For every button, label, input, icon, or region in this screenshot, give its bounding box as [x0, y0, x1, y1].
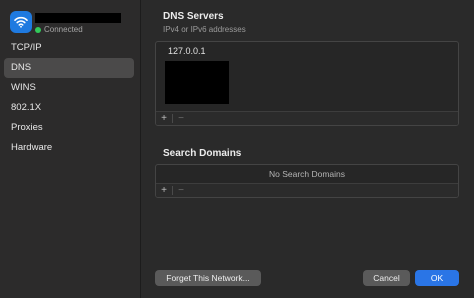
dns-entry[interactable]: 127.0.0.1 [168, 46, 206, 56]
search-domains-empty-text: No Search Domains [268, 169, 346, 179]
main-panel: DNS Servers IPv4 or IPv6 addresses 127.0… [142, 0, 474, 298]
sidebar-item-dns[interactable]: DNS [4, 58, 134, 78]
search-domain-add-button[interactable]: + [156, 184, 172, 198]
dns-remove-button[interactable]: − [173, 112, 189, 126]
dns-servers-list[interactable]: 127.0.0.1 + − [155, 41, 459, 126]
sidebar-item-proxies[interactable]: Proxies [4, 118, 134, 138]
search-domains-list[interactable]: No Search Domains + − [155, 164, 459, 198]
wifi-icon [10, 11, 32, 33]
network-header: Connected [8, 8, 136, 36]
ok-button[interactable]: OK [415, 270, 459, 286]
sidebar: Connected TCP/IP DNS WINS 802.1X Proxies… [0, 0, 141, 298]
dns-servers-subtitle: IPv4 or IPv6 addresses [163, 25, 246, 34]
network-name-redacted [35, 13, 121, 23]
sidebar-item-8021x[interactable]: 802.1X [4, 98, 134, 118]
dns-add-button[interactable]: + [156, 112, 172, 126]
sidebar-item-hardware[interactable]: Hardware [4, 138, 134, 158]
sidebar-item-wins[interactable]: WINS [4, 78, 134, 98]
sidebar-item-tcpip[interactable]: TCP/IP [4, 38, 134, 58]
search-domains-title: Search Domains [163, 148, 242, 159]
connection-status: Connected [35, 25, 83, 34]
dns-entry-redacted [165, 61, 229, 104]
status-text: Connected [44, 25, 83, 34]
cancel-button[interactable]: Cancel [363, 270, 410, 286]
sidebar-nav: TCP/IP DNS WINS 802.1X Proxies Hardware [4, 38, 134, 158]
search-domain-remove-button[interactable]: − [173, 184, 189, 198]
dns-list-toolbar: + − [156, 111, 458, 125]
search-domains-toolbar: + − [156, 183, 458, 197]
forget-network-button[interactable]: Forget This Network... [155, 270, 261, 286]
status-dot-icon [35, 26, 41, 33]
dns-servers-title: DNS Servers [163, 11, 224, 22]
